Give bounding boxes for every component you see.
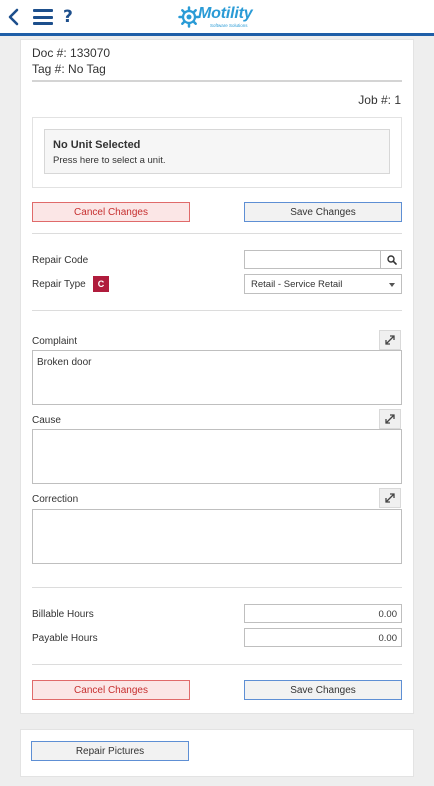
- complaint-textarea[interactable]: Broken door: [32, 350, 402, 405]
- repair-type-badge: C: [93, 276, 109, 292]
- top-bar: ? Motility Software Solutions: [0, 0, 434, 36]
- repair-type-select[interactable]: Retail - Service Retail: [244, 274, 402, 294]
- divider: [32, 664, 402, 665]
- correction-label: Correction: [32, 494, 79, 505]
- correction-textarea[interactable]: [32, 509, 402, 564]
- search-icon[interactable]: [380, 250, 402, 269]
- divider: [32, 233, 402, 234]
- help-icon[interactable]: ?: [63, 7, 73, 27]
- repair-code-label: Repair Code: [32, 255, 89, 266]
- save-changes-button-bottom[interactable]: Save Changes: [244, 680, 402, 700]
- doc-number: Doc #: 133070: [32, 46, 111, 60]
- expand-cause-icon[interactable]: [379, 409, 401, 429]
- payable-hours-input[interactable]: 0.00: [244, 628, 402, 647]
- cause-label: Cause: [32, 415, 61, 426]
- unit-title: No Unit Selected: [53, 139, 141, 151]
- job-number: Job #: 1: [358, 93, 401, 107]
- expand-complaint-icon[interactable]: [379, 330, 401, 350]
- chevron-down-icon: [389, 283, 395, 287]
- complaint-label: Complaint: [32, 336, 78, 347]
- tag-number: Tag #: No Tag: [32, 62, 106, 76]
- repair-pictures-button[interactable]: Repair Pictures: [31, 741, 189, 761]
- divider: [32, 80, 402, 82]
- cancel-changes-button[interactable]: Cancel Changes: [32, 202, 190, 222]
- cancel-changes-button-bottom[interactable]: Cancel Changes: [32, 680, 190, 700]
- cause-textarea[interactable]: [32, 429, 402, 484]
- divider: [32, 587, 402, 588]
- repair-type-value: Retail - Service Retail: [251, 279, 343, 290]
- menu-icon[interactable]: [33, 9, 53, 25]
- expand-correction-icon[interactable]: [379, 488, 401, 508]
- back-icon[interactable]: [6, 7, 22, 27]
- select-unit-button[interactable]: No Unit Selected Press here to select a …: [44, 129, 390, 174]
- billable-hours-label: Billable Hours: [32, 609, 94, 620]
- billable-hours-input[interactable]: 0.00: [244, 604, 402, 623]
- motility-logo: Motility Software Solutions: [176, 4, 266, 32]
- unit-subtitle: Press here to select a unit.: [53, 155, 166, 166]
- repair-type-label: Repair Type: [32, 279, 86, 290]
- repair-code-input[interactable]: [244, 250, 402, 269]
- logo-subtext: Software Solutions: [210, 23, 248, 28]
- save-changes-button[interactable]: Save Changes: [244, 202, 402, 222]
- payable-hours-label: Payable Hours: [32, 633, 98, 644]
- divider: [32, 310, 402, 311]
- logo-text: Motility: [198, 5, 253, 22]
- gear-icon: [178, 6, 200, 28]
